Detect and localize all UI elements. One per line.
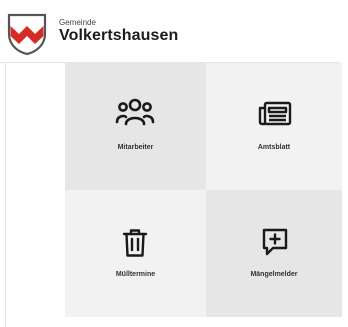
people-icon — [115, 98, 155, 126]
coat-of-arms-icon — [7, 13, 47, 56]
app-frame: Gemeinde Volkertshausen Mitarbeiter Amts… — [0, 0, 348, 327]
tile-amtsblatt[interactable]: Amtsblatt — [206, 63, 342, 190]
tile-muelltermine[interactable]: Mülltermine — [65, 190, 206, 317]
tile-label: Mängelmelder — [250, 271, 298, 278]
tile-label: Mülltermine — [115, 271, 156, 278]
tile-label: Amtsblatt — [257, 144, 291, 151]
tile-maengelmelder[interactable]: Mängelmelder — [206, 190, 342, 317]
trash-icon — [122, 229, 148, 257]
municipality-prefix: Gemeinde — [59, 18, 96, 27]
tile-label: Mitarbeiter — [117, 144, 154, 151]
tile-mitarbeiter[interactable]: Mitarbeiter — [65, 63, 206, 190]
report-add-icon — [262, 228, 288, 256]
municipality-name: Volkertshausen — [59, 27, 179, 44]
newspaper-icon — [258, 101, 292, 126]
left-divider — [5, 63, 6, 327]
app-header: Gemeinde Volkertshausen — [0, 0, 340, 63]
